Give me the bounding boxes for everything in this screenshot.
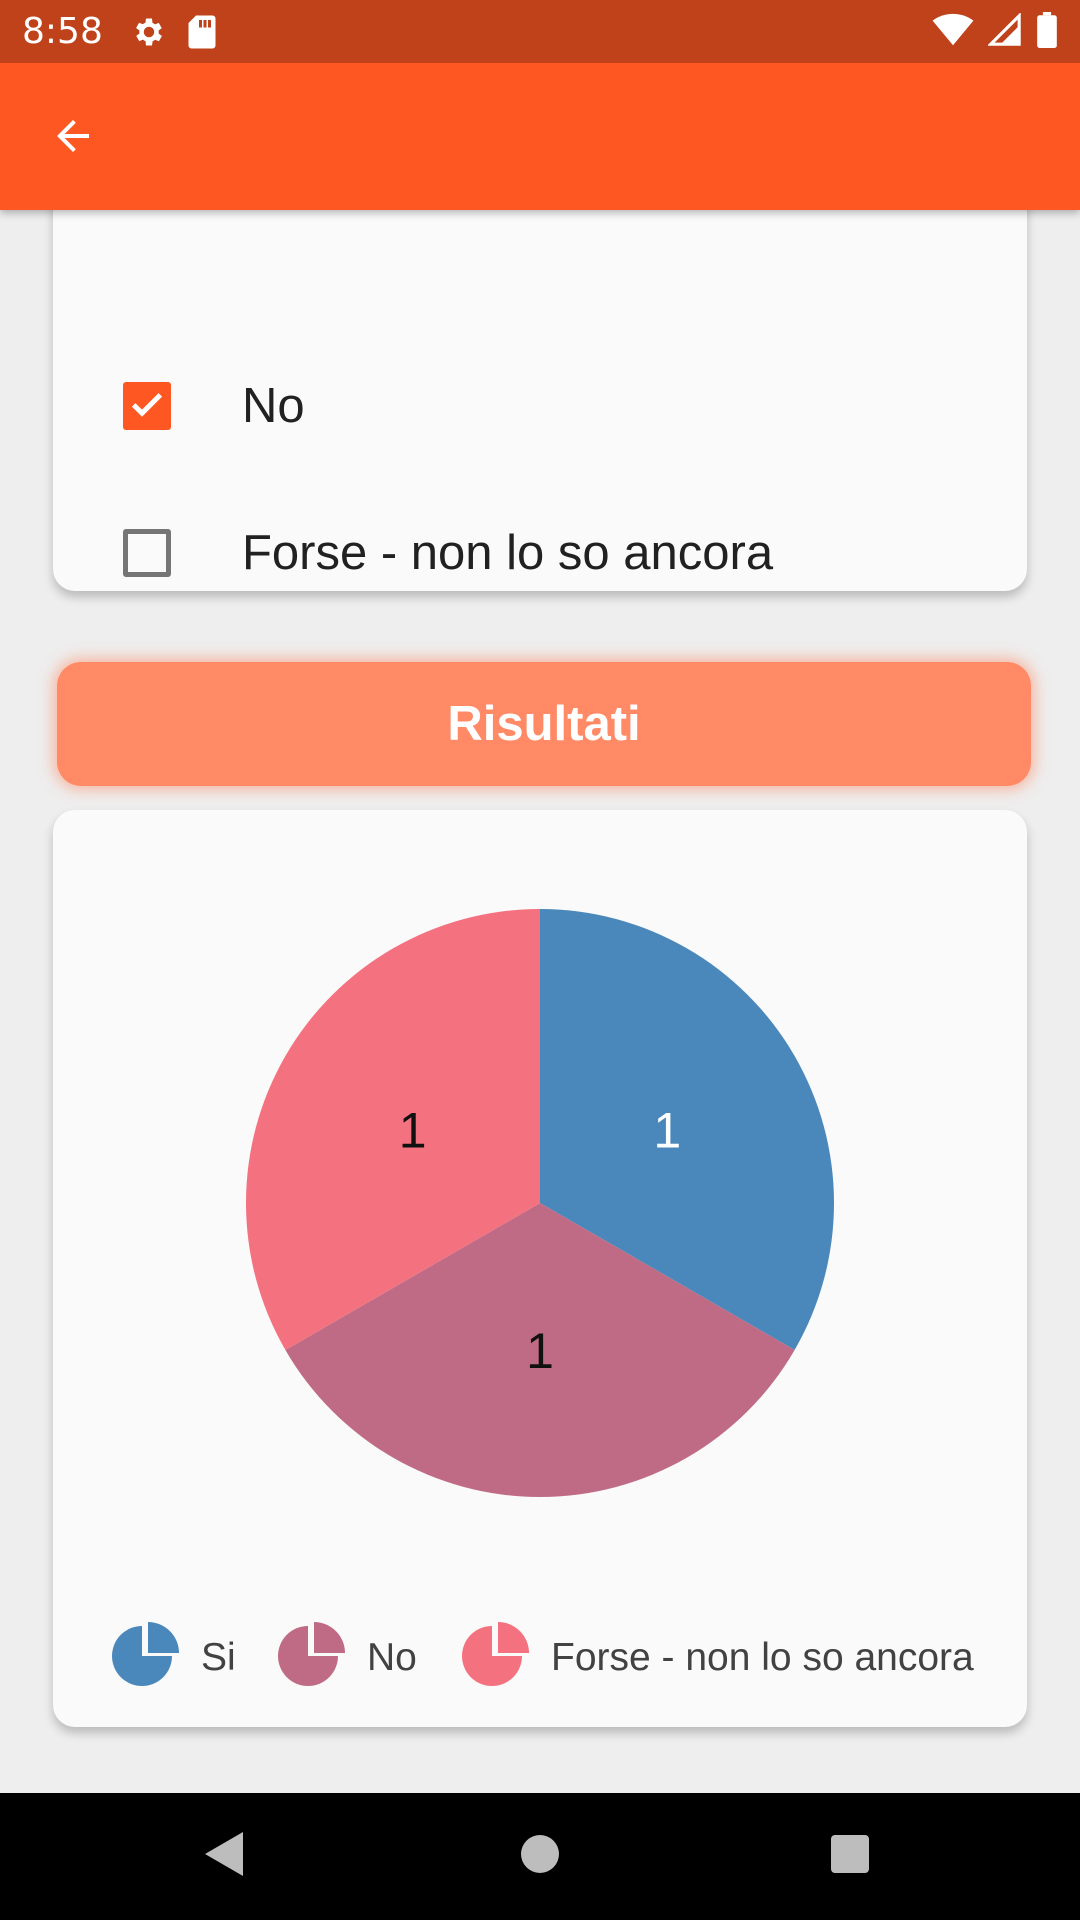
chart-card: 111 Si No Forse - non lo so ancora xyxy=(53,810,1027,1727)
gear-icon xyxy=(131,14,167,50)
option-label: Forse - non lo so ancora xyxy=(242,526,774,580)
nav-recents-button[interactable] xyxy=(815,1821,885,1891)
sd-card-icon xyxy=(187,14,217,50)
nav-back-button[interactable] xyxy=(190,1821,260,1891)
content-scroll[interactable]: Si No Forse - non lo so ancora Risultati… xyxy=(0,0,1080,1793)
legend-pie-icon xyxy=(275,1620,347,1696)
wifi-icon xyxy=(932,13,974,51)
check-icon xyxy=(127,384,167,428)
legend-pie-icon xyxy=(459,1620,531,1696)
navigation-bar xyxy=(0,1793,1080,1920)
legend-label: Si xyxy=(201,1636,236,1679)
options-card: Si No Forse - non lo so ancora xyxy=(53,131,1027,591)
option-row-no[interactable]: No xyxy=(53,346,1027,466)
option-label: No xyxy=(242,379,305,433)
legend-item-forse: Forse - non lo so ancora xyxy=(459,1618,974,1698)
app-bar xyxy=(0,63,1080,210)
battery-icon xyxy=(1036,11,1058,52)
checkbox-forse[interactable] xyxy=(123,529,171,577)
status-time: 8:58 xyxy=(22,11,103,52)
chart-legend: Si No Forse - non lo so ancora xyxy=(53,1618,1027,1698)
back-button[interactable] xyxy=(38,103,108,173)
legend-label: Forse - non lo so ancora xyxy=(551,1636,974,1679)
legend-pie-icon xyxy=(109,1620,181,1696)
pie-chart: 1 1 1 xyxy=(246,909,834,1497)
pie-value-label-2: 1 xyxy=(526,1323,554,1379)
recents-square-icon xyxy=(830,1834,870,1878)
nav-home-button[interactable] xyxy=(505,1821,575,1891)
status-bar: 8:58 xyxy=(0,0,1080,63)
option-row-forse[interactable]: Forse - non lo so ancora xyxy=(53,493,1027,613)
results-button[interactable]: Risultati xyxy=(57,662,1031,786)
legend-item-no: No xyxy=(275,1618,417,1698)
legend-item-si: Si xyxy=(109,1618,236,1698)
status-right-icons xyxy=(932,11,1058,52)
checkbox-no[interactable] xyxy=(123,382,171,430)
signal-icon xyxy=(987,11,1022,51)
back-triangle-icon xyxy=(203,1830,247,1882)
legend-label: No xyxy=(367,1636,417,1679)
home-circle-icon xyxy=(520,1834,560,1878)
pie-value-label-1: 1 xyxy=(653,1103,681,1159)
pie-value-label-3: 1 xyxy=(399,1103,427,1159)
results-button-label: Risultati xyxy=(447,697,641,751)
arrow-back-icon xyxy=(49,112,97,164)
